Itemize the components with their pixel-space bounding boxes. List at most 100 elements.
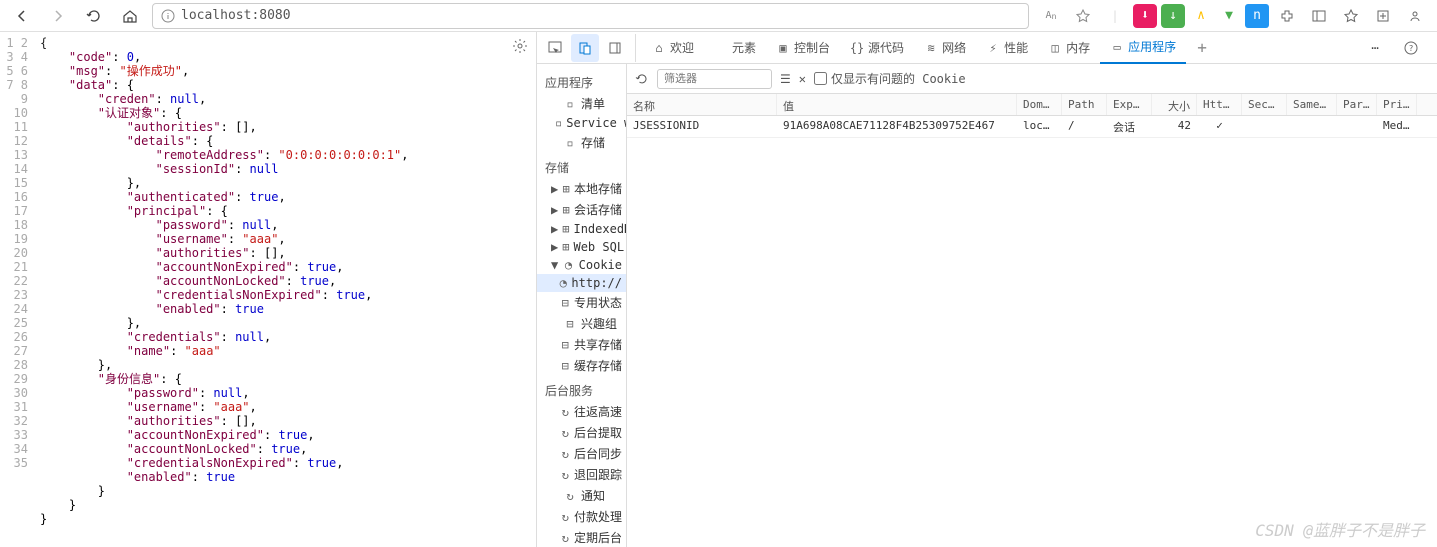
side-item[interactable]: ↻通知 [537,485,626,506]
cookie-content: ☰ ✕ 仅显示有问题的 Cookie 名称值DomainPathExpire..… [627,64,1437,547]
fav-icon[interactable] [1337,2,1365,30]
devtools-pane: ⌂欢迎元素▣控制台{}源代码≋网络⚡性能◫内存▭应用程序 + ⋯ ? 应用程序 … [537,32,1437,547]
side-item[interactable]: ↻后台提取 [537,422,626,443]
json-viewer-pane: 1 2 3 4 5 6 7 8 9 10 11 12 13 14 15 16 1… [0,32,537,547]
reading-icon[interactable]: An [1037,2,1065,30]
col-header[interactable]: Domain [1017,94,1062,115]
side-item[interactable]: ↻付款处理 [537,506,626,527]
ext-icon-1[interactable]: ⬇ [1133,4,1157,28]
item-icon: ↻ [560,531,570,545]
col-header[interactable]: 值 [777,94,1017,115]
gear-icon[interactable] [512,38,528,54]
devtools-tabbar: ⌂欢迎元素▣控制台{}源代码≋网络⚡性能◫内存▭应用程序 + ⋯ ? [537,32,1437,64]
item-icon: ↻ [560,405,570,419]
forward-button[interactable] [44,2,72,30]
filter-bar: ☰ ✕ 仅显示有问题的 Cookie [627,64,1437,94]
table-header: 名称值DomainPathExpire...大小HttpO...SecureSa… [627,94,1437,116]
col-header[interactable]: Expire... [1107,94,1152,115]
item-icon: ▫ [563,97,577,111]
item-icon: ↻ [560,447,570,461]
side-item[interactable]: ▶⊞IndexedD [537,220,626,238]
device-icon[interactable] [571,34,599,62]
extensions-icon[interactable] [1273,2,1301,30]
side-item[interactable]: ⊟兴趣组 [537,313,626,334]
item-icon: ⊞ [562,222,569,236]
ext-icon-2[interactable]: ↓ [1161,4,1185,28]
cell-priority: Mediu [1377,116,1417,137]
col-header[interactable]: HttpO... [1197,94,1242,115]
cell-samesite [1287,116,1337,137]
only-issues-checkbox[interactable]: 仅显示有问题的 Cookie [814,70,966,87]
side-item[interactable]: ↻退回跟踪 [537,464,626,485]
side-item[interactable]: ↻后台同步 [537,443,626,464]
side-item[interactable]: ⊟缓存存储 [537,355,626,376]
app-side-panel: 应用程序 ▫清单▫Service w▫存储 存储 ▶⊞本地存储▶⊞会话存储▶⊞I… [537,64,627,547]
refresh-button[interactable] [80,2,108,30]
side-item[interactable]: ⊟专用状态 [537,292,626,313]
side-item[interactable]: ↻定期后台 [537,527,626,547]
tab-icon [714,41,728,55]
dock-icon[interactable] [601,34,629,62]
tab-控制台[interactable]: ▣控制台 [766,32,840,64]
divider-icon: | [1101,2,1129,30]
ext-icon-3[interactable]: ∧ [1189,4,1213,28]
tab-元素[interactable]: 元素 [704,32,766,64]
clear-icon[interactable]: ✕ [799,72,806,86]
side-item[interactable]: ▶⊞会话存储 [537,199,626,220]
cookie-icon: ◔ [559,276,567,290]
tab-网络[interactable]: ≋网络 [914,32,976,64]
tab-源代码[interactable]: {}源代码 [840,32,914,64]
code-area[interactable]: { "code": 0, "msg": "操作成功", "data": { "c… [38,32,536,547]
favorite-icon[interactable] [1069,2,1097,30]
filter-input[interactable] [657,69,772,89]
col-header[interactable]: 大小 [1152,94,1197,115]
side-section-app: 应用程序 [537,68,626,93]
col-header[interactable]: 名称 [627,94,777,115]
item-icon: ⊟ [560,338,570,352]
side-item[interactable]: ↻往返高速 [537,401,626,422]
col-header[interactable]: Prior... [1377,94,1417,115]
tab-icon: ▭ [1110,40,1124,54]
ext-icon-5[interactable]: n [1245,4,1269,28]
side-item[interactable]: ▶⊞Web SQL [537,238,626,256]
tab-内存[interactable]: ◫内存 [1038,32,1100,64]
side-item-cookie[interactable]: ▼◔Cookie [537,256,626,274]
more-icon[interactable]: ⋯ [1361,34,1389,62]
home-button[interactable] [116,2,144,30]
add-tab-icon[interactable]: + [1188,34,1216,62]
collections-icon[interactable] [1369,2,1397,30]
profile-icon[interactable] [1401,2,1429,30]
refresh-icon[interactable] [635,72,649,86]
cell-path: / [1062,116,1107,137]
side-item[interactable]: ▫Service w [537,114,626,132]
col-header[interactable]: Partiti... [1337,94,1377,115]
table-row[interactable]: JSESSIONID 91A698A08CAE71128F4B25309752E… [627,116,1437,138]
side-item[interactable]: ▫存储 [537,132,626,153]
side-item[interactable]: ⊟共享存储 [537,334,626,355]
back-button[interactable] [8,2,36,30]
address-bar[interactable]: localhost:8080 [152,3,1029,29]
filter-toggle-icon[interactable]: ☰ [780,72,791,86]
item-icon: ⊞ [562,240,569,254]
inspect-icon[interactable] [541,34,569,62]
help-icon[interactable]: ? [1397,34,1425,62]
ext-icon-4[interactable]: ▼ [1217,4,1241,28]
tab-icon: ▣ [776,41,790,55]
col-header[interactable]: Secure [1242,94,1287,115]
col-header[interactable]: SameS... [1287,94,1337,115]
cell-partition [1337,116,1377,137]
sidebar-icon[interactable] [1305,2,1333,30]
side-item[interactable]: ▫清单 [537,93,626,114]
side-item-cookie-host[interactable]: ◔http:// [537,274,626,292]
tab-欢迎[interactable]: ⌂欢迎 [642,32,704,64]
col-header[interactable]: Path [1062,94,1107,115]
tab-性能[interactable]: ⚡性能 [976,32,1038,64]
line-gutter: 1 2 3 4 5 6 7 8 9 10 11 12 13 14 15 16 1… [0,32,38,547]
url-text: localhost:8080 [181,8,291,23]
item-icon: ↻ [563,489,577,503]
side-item[interactable]: ▶⊞本地存储 [537,178,626,199]
cell-expires: 会话 [1107,116,1152,137]
tab-icon: ⚡ [986,41,1000,55]
tab-应用程序[interactable]: ▭应用程序 [1100,32,1186,64]
item-icon: ⊟ [560,296,570,310]
